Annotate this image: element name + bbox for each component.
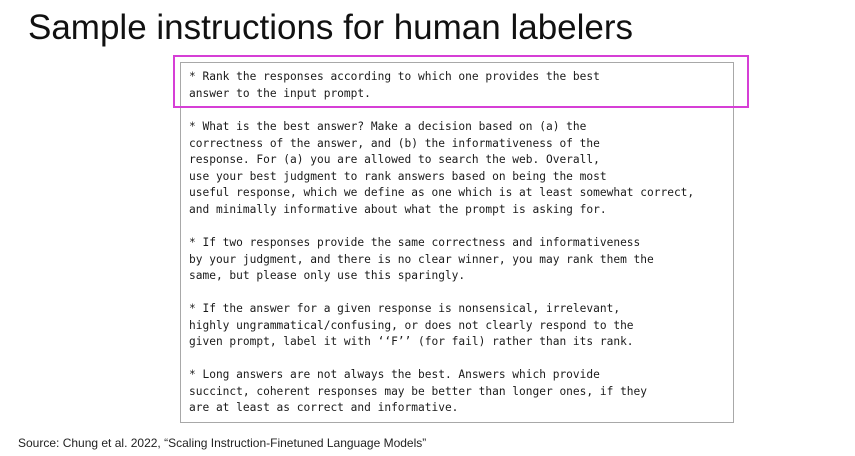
instruction-paragraph-ties: * If two responses provide the same corr… — [189, 236, 654, 283]
instruction-paragraph-fail: * If the answer for a given response is … — [189, 302, 634, 349]
instruction-paragraph-best-answer: * What is the best answer? Make a decisi… — [189, 120, 695, 216]
instruction-paragraph-long-answers: * Long answers are not always the best. … — [189, 368, 648, 415]
slide-title: Sample instructions for human labelers — [28, 8, 634, 47]
slide: Sample instructions for human labelers *… — [0, 0, 855, 456]
source-citation: Source: Chung et al. 2022, “Scaling Inst… — [18, 436, 427, 450]
highlight-box — [173, 55, 749, 108]
